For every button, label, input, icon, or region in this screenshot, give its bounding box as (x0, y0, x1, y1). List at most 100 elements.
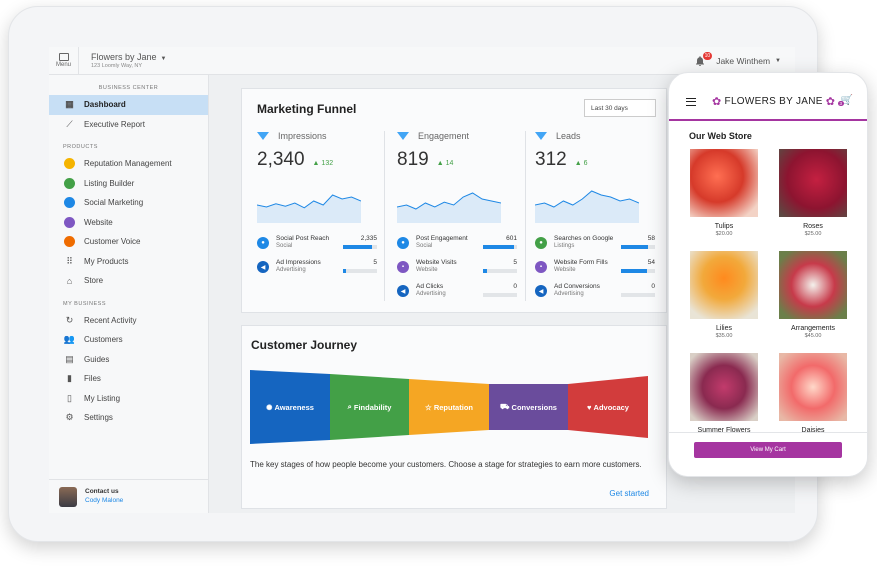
stage-findability[interactable]: ⌕ Findability (330, 370, 409, 444)
sidebar-item-listing-builder[interactable]: Listing Builder (49, 174, 208, 194)
dashboard-icon: ▦ (65, 99, 74, 110)
metric-source: Website (554, 267, 576, 274)
metric-source: Advertising (416, 291, 446, 298)
sidebar-item-my-listing[interactable]: ▯ My Listing (49, 389, 208, 409)
column-label: Impressions (278, 131, 327, 141)
funnel-icon (397, 132, 409, 140)
product-price: $45.00 (804, 333, 822, 339)
business-switcher[interactable]: Flowers by Jane ▼ 123 Loomly Way, NY (91, 52, 166, 70)
metric-name: Post Engagement (416, 235, 468, 242)
column-value: 819 (397, 149, 429, 170)
sidebar-item-settings[interactable]: ⚙ Settings (49, 408, 208, 428)
metric-value: 54 (647, 259, 655, 266)
metric-name: Website Form Fills (554, 259, 608, 266)
date-range-select[interactable]: Last 30 days (584, 99, 656, 117)
metric-row: ● Searches on Google Listings 58 (535, 235, 655, 257)
product-name: Arrangements (791, 325, 835, 332)
cart-button[interactable]: 🛒 3 (837, 95, 853, 106)
metric-name: Social Post Reach (276, 235, 330, 242)
sidebar-item-store[interactable]: ⌂ Store (49, 271, 208, 291)
product-image (779, 149, 847, 217)
product-name: Roses (803, 223, 823, 230)
sidebar-item-label: Dashboard (84, 100, 126, 110)
sidebar-item-label: Store (84, 276, 104, 286)
view-cart-button[interactable]: View My Cart (694, 442, 842, 458)
product-lilies[interactable]: Lilies $35.00 (690, 251, 758, 339)
product-price: $25.00 (804, 231, 822, 237)
metric-name: Searches on Google (554, 235, 614, 242)
funnel-column-leads[interactable]: Leads 312 ▲ 6 ● Searches on Google Listing… (535, 131, 675, 309)
metric-row: ◀ Ad Conversions Advertising 0 (535, 283, 655, 305)
funnel-column-engagement[interactable]: Engagement 819 ▲ 14 ● Post Engagement Soci… (397, 131, 537, 309)
stage-awareness[interactable]: ✺ Awareness (250, 370, 330, 444)
metric-name: Website Visits (416, 259, 457, 266)
product-tulips[interactable]: Tulips $20.00 (690, 149, 758, 237)
sidebar-item-guides[interactable]: ▤ Guides (49, 350, 208, 370)
sidebar-item-label: My Products (84, 256, 129, 266)
get-started-link[interactable]: Get started (609, 489, 649, 498)
store-logo-text: FLOWERS BY JANE (724, 96, 823, 107)
metric-value: 0 (513, 283, 517, 290)
up-arrow-icon: ▲ (436, 160, 446, 167)
metric-source: Advertising (276, 267, 306, 274)
star-icon: ☆ (425, 402, 434, 412)
phone-icon: ▯ (67, 392, 72, 403)
cart-icon: ⛟ (500, 402, 512, 411)
leads-sparkline (535, 190, 639, 223)
sidebar-item-label: My Listing (84, 393, 121, 403)
sidebar-item-label: Listing Builder (84, 178, 135, 188)
column-label: Leads (556, 131, 581, 141)
contact-person[interactable]: Cody Malone (85, 497, 123, 506)
sidebar-item-customer-voice[interactable]: Customer Voice (49, 232, 208, 252)
contact-label: Contact us (85, 487, 119, 495)
metric-bar (343, 245, 377, 249)
product-price: $20.00 (715, 231, 733, 237)
sidebar-item-executive-report[interactable]: ⟋ Executive Report (49, 115, 208, 135)
product-summer-flowers[interactable]: Summer Flowers (690, 353, 758, 434)
contact-us[interactable]: Contact us Cody Malone (49, 479, 209, 513)
hamburger-menu-icon[interactable] (686, 98, 696, 106)
sidebar-item-files[interactable]: ▮ Files (49, 369, 208, 389)
flower-icon: ✿ (712, 96, 722, 108)
sidebar-item-my-products[interactable]: ⠿ My Products (49, 252, 208, 272)
column-divider (384, 131, 385, 301)
metric-name: Ad Impressions (276, 259, 321, 266)
sidebar-item-label: Reputation Management (84, 159, 172, 169)
product-daisies[interactable]: Daisies (779, 353, 847, 434)
sidebar-item-reputation-management[interactable]: Reputation Management (49, 154, 208, 174)
metric-bar (621, 245, 655, 249)
sidebar-item-dashboard[interactable]: ▦ Dashboard (49, 95, 208, 115)
stage-label: Reputation (433, 402, 473, 412)
card-title: Marketing Funnel (257, 102, 357, 116)
stage-reputation[interactable]: ☆ Reputation (409, 370, 489, 444)
sidebar-item-website[interactable]: Website (49, 213, 208, 233)
funnel-column-impressions[interactable]: Impressions 2,340 ▲ 132 ● Social Post Rea… (257, 131, 397, 309)
product-name: Lilies (716, 325, 732, 332)
product-roses[interactable]: Roses $25.00 (779, 149, 847, 237)
sidebar-item-recent-activity[interactable]: ↻ Recent Activity (49, 311, 208, 331)
metric-value: 5 (373, 259, 377, 266)
pin-icon (64, 177, 75, 189)
funnel-icon (535, 132, 547, 140)
sidebar-item-label: Guides (84, 354, 110, 364)
sidebar-item-customers[interactable]: 👥 Customers (49, 330, 208, 350)
chat-icon (64, 197, 75, 209)
notifications-button[interactable]: 10 (694, 52, 713, 67)
journey-description: The key stages of how people become your… (250, 460, 642, 469)
guide-icon: ▤ (65, 353, 74, 364)
section-business-center: BUSINESS CENTER (98, 85, 159, 91)
business-name: Flowers by Jane (91, 51, 157, 62)
stage-conversions[interactable]: ⛟ Conversions (489, 370, 568, 444)
impressions-sparkline (257, 194, 361, 223)
sidebar-item-social-marketing[interactable]: Social Marketing (49, 193, 208, 213)
user-menu[interactable]: 10 Jake Winthem ▼ (694, 47, 781, 75)
basket-icon: ⌂ (66, 275, 73, 286)
menu-button[interactable]: Menu (49, 47, 79, 75)
metric-source: Social (276, 243, 293, 250)
metric-value: 2,335 (360, 235, 377, 242)
product-arrangements[interactable]: Arrangements $45.00 (779, 251, 847, 339)
files-icon: ▮ (67, 373, 72, 384)
megaphone-icon: ◀ (257, 261, 269, 273)
stage-advocacy[interactable]: ♥ Advocacy (568, 370, 648, 444)
metric-row: ▪ Website Form Fills Website 54 (535, 259, 655, 281)
